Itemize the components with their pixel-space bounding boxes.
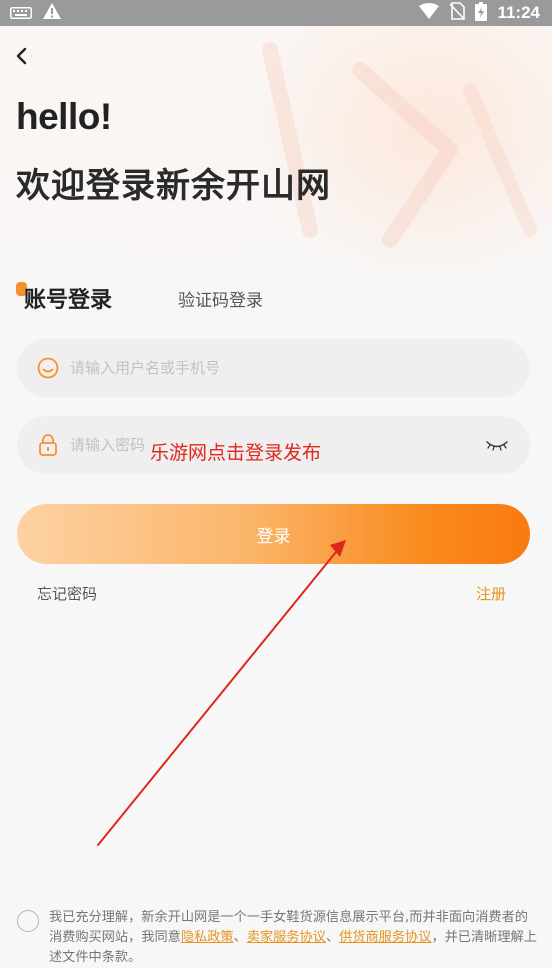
agreement-text: 我已充分理解，新余开山网是一个一手女鞋货源信息展示平台,而并非面向消费者的消费购… (49, 908, 539, 968)
no-sim-icon (449, 2, 466, 24)
chevron-left-icon (16, 47, 27, 65)
keyboard-icon (10, 4, 32, 23)
status-time: 11:24 (497, 3, 540, 22)
login-tabs: 账号登录 验证码登录 (16, 278, 336, 318)
register-link[interactable]: 注册 (476, 583, 506, 604)
username-input[interactable] (70, 359, 510, 377)
battery-icon (475, 1, 488, 25)
privacy-policy-link[interactable]: 隐私政策 (181, 930, 234, 945)
background-decoration (262, 42, 537, 248)
tab-account-login[interactable]: 账号登录 (24, 282, 112, 314)
separator: 、 (233, 930, 247, 945)
status-bar: 11:24 (0, 0, 552, 26)
greeting-title: hello! (16, 96, 112, 137)
status-left (10, 2, 62, 24)
user-icon (37, 357, 59, 379)
login-button[interactable]: 登录 (17, 504, 530, 564)
separator: 、 (325, 930, 340, 945)
status-right: 11:24 (419, 1, 540, 25)
agreement-checkbox[interactable] (17, 910, 39, 932)
username-field[interactable] (17, 339, 530, 397)
wifi-icon (419, 3, 440, 23)
back-button[interactable] (8, 42, 36, 70)
forgot-password-link[interactable]: 忘记密码 (37, 583, 97, 604)
overlay-caption: 乐游网点击登录发布 (150, 442, 322, 464)
seller-agreement-link[interactable]: 卖家服务协议 (247, 930, 326, 945)
eye-closed-icon[interactable] (484, 435, 510, 455)
supplier-agreement-link[interactable]: 供货商服务协议 (339, 930, 431, 945)
warning-icon (42, 2, 62, 24)
lock-icon (37, 434, 59, 456)
tab-code-login[interactable]: 验证码登录 (178, 286, 263, 311)
welcome-title: 欢迎登录新余开山网 (16, 166, 331, 206)
